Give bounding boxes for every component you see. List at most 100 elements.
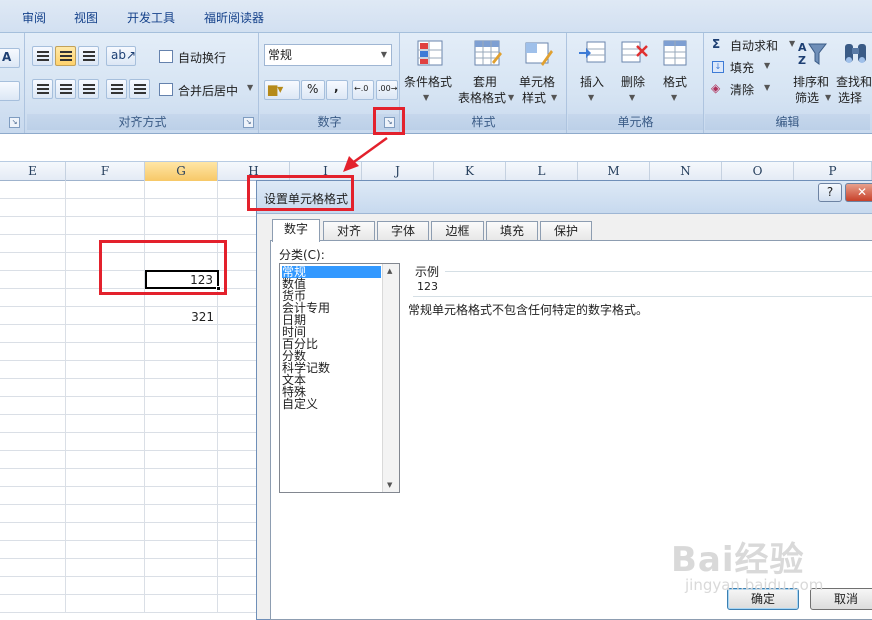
increase-indent-button[interactable] — [129, 79, 150, 99]
orientation-button[interactable]: ab↗ — [106, 46, 136, 66]
wrap-text-icon — [159, 50, 173, 63]
column-header-e[interactable]: E — [0, 162, 66, 181]
align-middle-icon — [60, 51, 72, 61]
column-header-m[interactable]: M — [578, 162, 650, 181]
tab-developer[interactable]: 开发工具 — [127, 9, 175, 26]
insert-dropdown-icon[interactable]: ▼ — [588, 90, 594, 106]
merge-dropdown-icon[interactable]: ▼ — [247, 83, 253, 92]
format-dropdown-icon[interactable]: ▼ — [671, 90, 677, 106]
svg-text:A: A — [798, 41, 807, 54]
font-size-button[interactable]: A — [0, 48, 20, 68]
font-launcher-icon[interactable]: ↘ — [9, 117, 20, 128]
editing-group: Σ 自动求和 ▼ ↓ 填充 ▼ ◈ 清除 ▼ AZ 排序和 筛选 ▼ 查找和 选… — [705, 33, 872, 133]
sample-value: 123 — [417, 280, 438, 293]
conditional-format-icon — [415, 38, 445, 68]
tab-number[interactable]: 数字 — [272, 219, 320, 242]
percent-button[interactable]: % — [301, 80, 325, 100]
category-scrollbar[interactable]: ▲ ▼ — [382, 264, 399, 492]
number-format-value: 常规 — [268, 48, 293, 62]
alignment-group-label: 对齐方式 — [27, 114, 258, 130]
cell-value-321[interactable]: 321 — [180, 310, 214, 324]
tab-fill[interactable]: 填充 — [486, 221, 538, 241]
column-header-f[interactable]: F — [66, 162, 145, 181]
tab-foxit-reader[interactable]: 福昕阅读器 — [204, 9, 264, 26]
category-custom[interactable]: 自定义 — [282, 398, 318, 410]
cell-styles-label-1[interactable]: 单元格 — [519, 74, 555, 90]
align-left-icon — [37, 84, 49, 94]
close-button[interactable]: ✕ — [845, 183, 872, 202]
align-center-button[interactable] — [55, 79, 76, 99]
format-as-table-icon — [472, 38, 502, 68]
format-button[interactable]: 格式 — [663, 74, 687, 90]
annotation-box-cell — [99, 240, 227, 295]
cell-styles-dropdown-icon[interactable]: ▼ — [551, 90, 557, 106]
insert-button[interactable]: 插入 — [580, 74, 604, 90]
format-as-table-label-2[interactable]: 表格格式 — [458, 90, 506, 106]
tab-view[interactable]: 视图 — [74, 9, 98, 26]
comma-style-button[interactable]: , — [326, 80, 348, 100]
sort-filter-dropdown-icon[interactable]: ▼ — [825, 90, 831, 106]
column-header-n[interactable]: N — [650, 162, 722, 181]
fill-dropdown-icon: ▼ — [764, 61, 771, 70]
decrease-decimal-button[interactable]: .00→ — [376, 80, 398, 100]
tab-border[interactable]: 边框 — [431, 221, 484, 241]
scroll-up-icon[interactable]: ▲ — [387, 267, 392, 275]
help-button[interactable]: ? — [818, 183, 842, 202]
number-format-dropdown[interactable]: 常规 ▼ — [264, 44, 392, 66]
cell-styles-label-2[interactable]: 样式 — [522, 90, 546, 106]
format-as-table-dropdown-icon[interactable]: ▼ — [508, 90, 514, 106]
align-top-button[interactable] — [32, 46, 53, 66]
alignment-launcher-icon[interactable]: ↘ — [243, 117, 254, 128]
autosum-button[interactable]: Σ 自动求和 ▼ — [711, 37, 796, 55]
align-left-button[interactable] — [32, 79, 53, 99]
font-color-button[interactable] — [0, 81, 20, 101]
delete-button[interactable]: 删除 — [621, 74, 645, 90]
format-as-table-label-1[interactable]: 套用 — [473, 74, 497, 90]
column-header-k[interactable]: K — [434, 162, 506, 181]
align-middle-button[interactable] — [55, 46, 76, 66]
scroll-down-icon[interactable]: ▼ — [387, 481, 392, 489]
svg-text:Z: Z — [798, 54, 806, 67]
cells-group: 插入 ▼ 删除 ▼ 格式 ▼ 单元格 — [568, 33, 704, 133]
find-select-label-2[interactable]: 选择 — [838, 90, 862, 106]
formula-bar[interactable] — [0, 135, 872, 162]
align-right-button[interactable] — [78, 79, 99, 99]
conditional-format-button[interactable]: 条件格式 — [404, 74, 452, 90]
decrease-decimal-icon: .00→ — [378, 84, 398, 93]
sigma-icon: Σ — [712, 37, 721, 51]
column-header-g[interactable]: G — [145, 162, 218, 181]
tab-font[interactable]: 字体 — [377, 221, 429, 241]
autosum-label: 自动求和 — [730, 39, 779, 53]
tab-protection[interactable]: 保护 — [540, 221, 592, 241]
watermark-url: jingyan.baidu.com — [685, 576, 824, 594]
column-header-p[interactable]: P — [794, 162, 872, 181]
column-header-l[interactable]: L — [506, 162, 578, 181]
increase-indent-icon — [134, 84, 146, 94]
money-icon: ▆▾ — [268, 82, 284, 96]
insert-cells-icon — [577, 38, 607, 68]
column-header-o[interactable]: O — [722, 162, 794, 181]
autosum-dropdown-icon: ▼ — [789, 39, 796, 48]
fill-button[interactable]: ↓ 填充 ▼ — [711, 59, 773, 77]
increase-decimal-button[interactable]: ←.0 — [352, 80, 374, 100]
editing-group-label: 编辑 — [705, 114, 870, 130]
tab-alignment[interactable]: 对齐 — [323, 221, 375, 241]
sort-filter-label-1[interactable]: 排序和 — [793, 74, 829, 90]
delete-dropdown-icon[interactable]: ▼ — [629, 90, 635, 106]
category-list[interactable]: 常规 数值 货币 会计专用 日期 时间 百分比 分数 科学记数 文本 特殊 自定… — [279, 263, 400, 493]
align-bottom-button[interactable] — [78, 46, 99, 66]
decrease-indent-button[interactable] — [106, 79, 127, 99]
baidu-watermark: Bai经验 jingyan.baidu.com — [665, 518, 865, 608]
conditional-format-dropdown-icon[interactable]: ▼ — [423, 90, 429, 106]
tab-review[interactable]: 审阅 — [22, 9, 46, 26]
accounting-format-button[interactable]: ▆▾ — [264, 80, 300, 100]
find-select-label-1[interactable]: 查找和 — [836, 74, 872, 90]
clear-button[interactable]: ◈ 清除 ▼ — [711, 81, 773, 99]
merge-center-button[interactable]: 合并后居中 ▼ — [159, 80, 256, 100]
format-cells-icon — [660, 38, 690, 68]
delete-cells-icon — [619, 38, 649, 68]
sort-filter-label-2[interactable]: 筛选 — [795, 90, 819, 106]
wrap-text-button[interactable]: 自动换行 — [159, 47, 254, 67]
binoculars-icon — [841, 38, 871, 68]
sample-label: 示例 — [415, 265, 440, 279]
